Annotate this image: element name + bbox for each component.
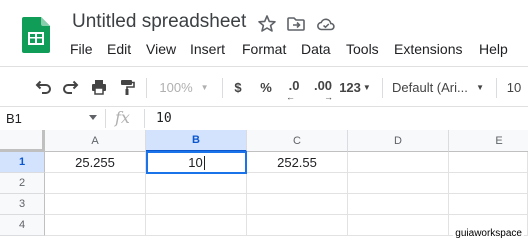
increase-decimal-label: .00 — [313, 77, 333, 93]
increase-decimal-button[interactable]: .00 → — [310, 67, 336, 107]
cell-c4[interactable] — [247, 215, 348, 236]
menu-data[interactable]: Data — [301, 41, 331, 57]
row-header-2[interactable]: 2 — [0, 173, 45, 194]
cell-b1-value: 10 — [188, 155, 203, 170]
cell-e2[interactable] — [449, 173, 528, 194]
cell-c2[interactable] — [247, 173, 348, 194]
chevron-down-icon: ▼ — [476, 82, 484, 92]
undo-button[interactable] — [32, 67, 54, 107]
spreadsheet-grid: A B C D E 1 2 3 4 25.255 10 252.55 — [0, 130, 528, 241]
cell-d2[interactable] — [348, 173, 449, 194]
menu-file[interactable]: File — [70, 41, 93, 57]
cell-d4[interactable] — [348, 215, 449, 236]
row-header-1[interactable]: 1 — [0, 152, 45, 173]
column-header-c[interactable]: C — [247, 130, 348, 152]
toolbar-separator — [496, 78, 497, 98]
more-formats-button[interactable]: 123 ▼ — [338, 67, 372, 107]
formula-input[interactable]: 10 — [156, 111, 172, 126]
sheets-logo-icon[interactable] — [22, 17, 50, 53]
cell-c1[interactable]: 252.55 — [247, 152, 348, 173]
cell-a2[interactable] — [45, 173, 146, 194]
formula-bar-separator — [144, 109, 145, 128]
chevron-down-icon[interactable] — [89, 115, 97, 120]
cloud-status-icon[interactable] — [316, 14, 336, 34]
row-header-4[interactable]: 4 — [0, 215, 45, 236]
move-folder-icon[interactable] — [286, 14, 306, 34]
arrow-left-icon: ← — [286, 92, 295, 102]
title-bar: Untitled spreadsheet File Edit View Inse… — [0, 0, 528, 66]
column-header-e[interactable]: E — [449, 130, 528, 152]
toolbar-separator — [222, 78, 223, 98]
cell-a1[interactable]: 25.255 — [45, 152, 146, 173]
cell-b2[interactable] — [146, 173, 247, 194]
cell-c3[interactable] — [247, 194, 348, 215]
chevron-down-icon: ▼ — [200, 82, 209, 92]
cell-a3[interactable] — [45, 194, 146, 215]
paint-format-button[interactable] — [116, 67, 138, 107]
formula-bar: B1 fx 10 — [0, 106, 528, 131]
decrease-decimal-button[interactable]: .0 ← — [282, 67, 306, 107]
font-value: Default (Ari... — [392, 79, 468, 95]
formula-bar-separator — [105, 109, 106, 128]
watermark: guiaworkspace — [453, 228, 524, 239]
name-box[interactable]: B1 — [6, 111, 22, 126]
print-button[interactable] — [88, 67, 110, 107]
column-header-d[interactable]: D — [348, 130, 449, 152]
cell-d1[interactable] — [348, 152, 449, 173]
cell-e3[interactable] — [449, 194, 528, 215]
paint-format-icon — [121, 80, 135, 95]
menu-edit[interactable]: Edit — [107, 41, 131, 57]
cell-b3[interactable] — [146, 194, 247, 215]
menu-format[interactable]: Format — [242, 41, 286, 57]
more-formats-label: 123 — [339, 79, 361, 95]
select-all-corner[interactable] — [0, 130, 45, 152]
zoom-value: 100% — [159, 79, 193, 95]
toolbar-separator — [146, 78, 147, 98]
percent-format-button[interactable]: % — [256, 67, 276, 107]
cell-b1-active[interactable]: 10 — [146, 151, 247, 174]
arrow-right-icon: → — [324, 92, 333, 102]
currency-format-button[interactable]: $ — [228, 67, 248, 107]
function-icon: fx — [115, 108, 130, 127]
redo-button[interactable] — [60, 67, 82, 107]
zoom-select[interactable]: 100% ▼ — [158, 67, 210, 107]
cell-e1[interactable] — [449, 152, 528, 173]
menu-insert[interactable]: Insert — [190, 41, 225, 57]
menu-extensions[interactable]: Extensions — [394, 41, 462, 57]
column-header-a[interactable]: A — [45, 130, 146, 152]
toolbar: 100% ▼ $ % .0 ← .00 → 123 ▼ Default (Ari… — [0, 66, 528, 107]
chevron-down-icon: ▼ — [362, 82, 371, 92]
undo-icon — [35, 80, 51, 94]
text-cursor — [203, 155, 205, 170]
row-header-3[interactable]: 3 — [0, 194, 45, 215]
cell-a4[interactable] — [45, 215, 146, 236]
star-icon[interactable] — [257, 14, 277, 34]
document-title[interactable]: Untitled spreadsheet — [72, 11, 246, 33]
cell-b4[interactable] — [146, 215, 247, 236]
cell-d3[interactable] — [348, 194, 449, 215]
menu-tools[interactable]: Tools — [346, 41, 379, 57]
menu-help[interactable]: Help — [479, 41, 508, 57]
print-icon — [92, 80, 106, 95]
column-header-b[interactable]: B — [146, 130, 247, 152]
redo-icon — [63, 80, 79, 94]
menu-view[interactable]: View — [146, 41, 176, 57]
font-select[interactable]: Default (Ari... ▼ — [392, 67, 488, 107]
toolbar-separator — [382, 78, 383, 98]
decrease-decimal-label: .0 — [288, 77, 300, 93]
font-size-input[interactable]: 10 — [504, 67, 524, 107]
